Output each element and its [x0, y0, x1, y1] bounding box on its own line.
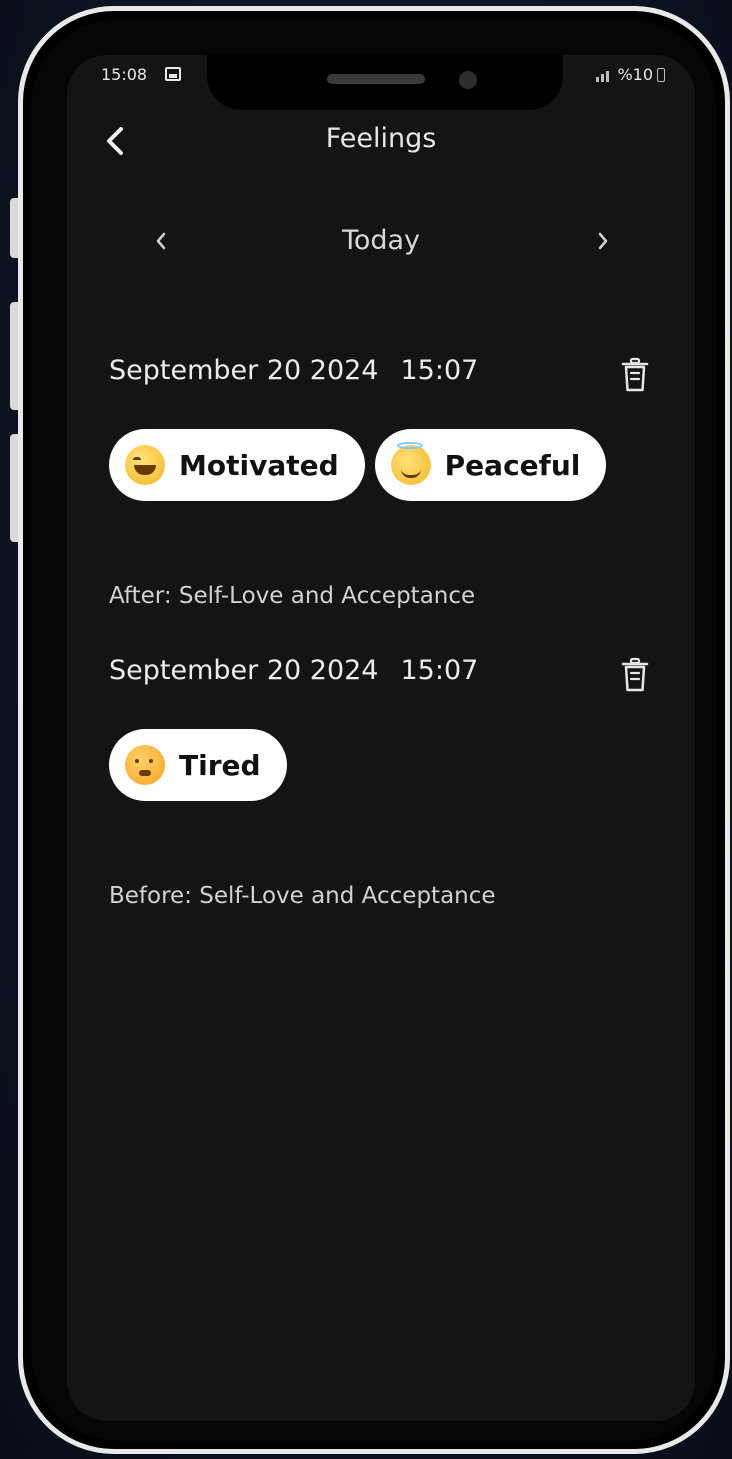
- entry-time: 15:07: [400, 355, 479, 386]
- phone-frame: 15:08 %10 Feelings Today September 20 20…: [18, 6, 730, 1454]
- laughing-face-icon: [125, 445, 165, 485]
- entry-note: After: Self-Love and Acceptance: [109, 583, 476, 609]
- chevron-right-icon: [598, 232, 608, 250]
- battery-percent: %10: [617, 65, 653, 84]
- feeling-tag-label: Motivated: [179, 448, 339, 482]
- battery-icon: [657, 67, 665, 82]
- angel-face-icon: [390, 442, 431, 485]
- front-camera: [459, 71, 477, 89]
- feeling-tag[interactable]: Tired: [109, 729, 287, 801]
- feeling-tags: Motivated Peaceful: [109, 429, 607, 501]
- delete-entry-button[interactable]: [617, 355, 653, 395]
- app-header: Feelings: [67, 115, 695, 165]
- trash-icon: [621, 657, 649, 692]
- tired-face-icon: [125, 745, 165, 785]
- entry-time: 15:07: [400, 655, 479, 686]
- signal-icon: [596, 70, 610, 82]
- app-screen: 15:08 %10 Feelings Today September 20 20…: [67, 55, 695, 1421]
- delete-entry-button[interactable]: [617, 655, 653, 695]
- entry-datetime: September 20 2024 15:07: [109, 655, 478, 686]
- feeling-tag[interactable]: Peaceful: [374, 429, 607, 501]
- feeling-tag-label: Tired: [179, 748, 261, 782]
- status-time: 15:08: [101, 65, 148, 84]
- feeling-tags: Tired: [109, 729, 287, 801]
- feeling-tag-label: Peaceful: [444, 448, 581, 482]
- next-day-button[interactable]: [585, 223, 621, 259]
- stage: 15:08 %10 Feelings Today September 20 20…: [0, 0, 732, 1459]
- feeling-tag[interactable]: Motivated: [109, 429, 365, 501]
- entry-note: Before: Self-Love and Acceptance: [109, 883, 496, 909]
- entry-date: September 20 2024: [109, 355, 379, 386]
- status-right: %10: [595, 65, 665, 84]
- phone-notch: [207, 54, 563, 110]
- entry-datetime: September 20 2024 15:07: [109, 355, 478, 386]
- speaker-grille: [327, 74, 425, 84]
- entry-date: September 20 2024: [109, 655, 379, 686]
- date-navigator: Today: [67, 221, 695, 265]
- trash-icon: [621, 357, 649, 392]
- page-title: Feelings: [325, 123, 437, 154]
- gallery-notification-icon: [165, 67, 181, 81]
